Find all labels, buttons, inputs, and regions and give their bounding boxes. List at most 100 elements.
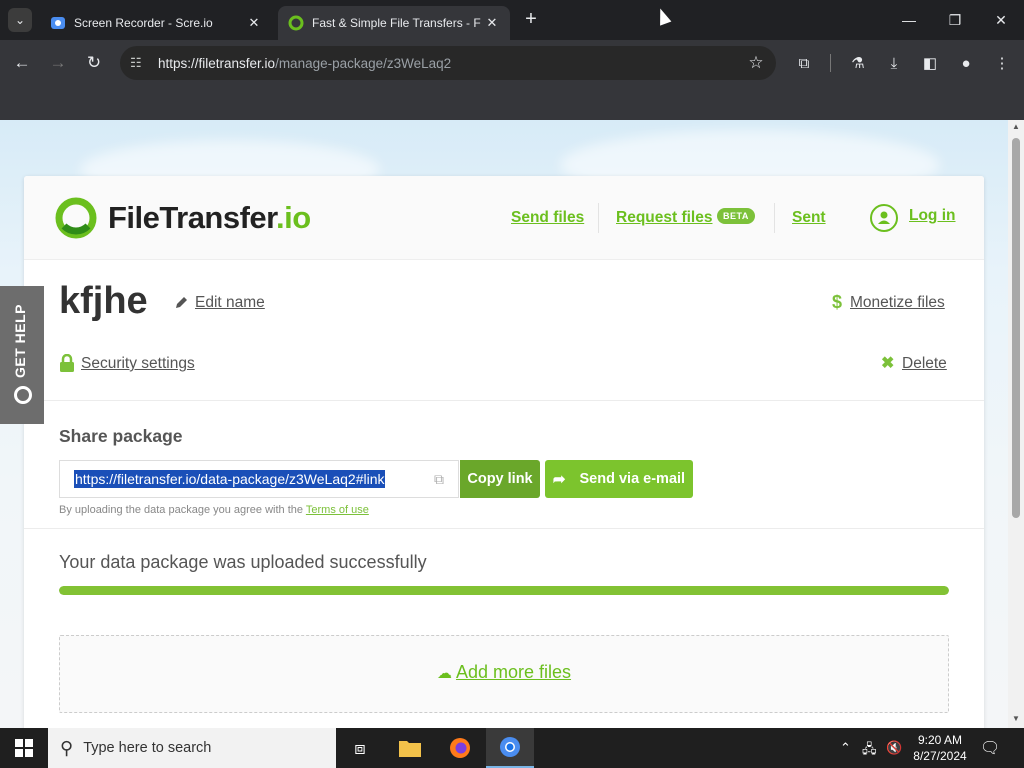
tab-title: Screen Recorder - Scre.io — [74, 16, 213, 30]
firefox-logo-icon — [450, 738, 470, 758]
dollar-icon: $ — [832, 292, 843, 312]
menu-kebab-icon[interactable]: ⋮ — [990, 51, 1014, 75]
send-via-email-label: Send via e-mail — [579, 471, 686, 487]
page-scrollbar[interactable]: ▲ ▼ — [1008, 120, 1024, 728]
reload-button[interactable]: ↻ — [82, 51, 106, 75]
scroll-down-arrow-icon[interactable]: ▼ — [1008, 714, 1024, 723]
pencil-icon — [176, 297, 187, 308]
terms-notice-text: By uploading the data package you agree … — [59, 504, 304, 516]
download-icon[interactable]: ⤓ — [882, 51, 906, 75]
new-tab-button[interactable]: + — [520, 8, 542, 32]
cloud-upload-icon: ☁ — [436, 665, 452, 682]
site-settings-icon[interactable]: ☷ — [120, 55, 152, 71]
tray-chevron-up-icon[interactable]: ⌃ — [840, 740, 851, 756]
address-bar[interactable]: ☷ https://filetransfer.io/manage-package… — [120, 46, 776, 80]
scrollbar-thumb[interactable] — [1012, 138, 1020, 518]
close-icon[interactable]: ✕ — [246, 15, 262, 31]
firefox-icon[interactable] — [436, 728, 484, 768]
get-help-label: GET HELP — [12, 303, 28, 378]
add-more-files-link[interactable]: Add more files — [456, 662, 571, 682]
delete-link[interactable]: Delete — [902, 355, 947, 373]
arrow-right-icon: → — [49, 53, 67, 72]
windows-logo-icon — [15, 739, 33, 757]
login-link[interactable]: Log in — [909, 207, 956, 225]
bookmark-star-icon[interactable]: ☆ — [736, 53, 776, 73]
get-help-tab[interactable]: GET HELP — [0, 286, 44, 424]
search-icon: ⚲ — [60, 737, 74, 758]
taskbar-search[interactable]: ⚲ Type here to search — [48, 728, 336, 768]
upload-progress-bar — [59, 586, 949, 595]
restore-button[interactable]: ❐ — [932, 0, 978, 40]
network-icon[interactable]: 🖧 — [862, 740, 877, 762]
tab-filetransfer[interactable]: Fast & Simple File Transfers - F ✕ — [278, 6, 510, 40]
share-link-field[interactable]: https://filetransfer.io/data-package/z3W… — [59, 460, 459, 498]
security-settings-link[interactable]: Security settings — [81, 355, 195, 373]
monetize-files-link[interactable]: Monetize files — [850, 294, 945, 312]
nav-sent[interactable]: Sent — [792, 209, 826, 227]
share-package-heading: Share package — [59, 426, 183, 446]
profile-icon[interactable]: ● — [954, 51, 978, 75]
logo-suffix-text: .io — [276, 200, 311, 235]
screen-recorder-favicon-icon — [51, 17, 65, 29]
clock-date: 8/27/2024 — [913, 749, 967, 763]
add-files-dropzone[interactable]: ☁ Add more files — [59, 635, 949, 713]
windows-taskbar: ⚲ Type here to search ⧈ ⌃ 🖧 🔇 9:20 AM 8/… — [0, 728, 1024, 768]
toolbar-separator — [830, 54, 831, 72]
close-icon: ✕ — [995, 11, 1007, 28]
copy-link-button[interactable]: Copy link — [460, 460, 540, 498]
site-header: FileTransfer.io Send files Request files… — [24, 176, 984, 260]
url-path: /manage-package/z3WeLaq2 — [275, 55, 452, 71]
edit-name-link[interactable]: Edit name — [195, 294, 265, 312]
labs-flask-icon[interactable]: ⚗ — [846, 51, 870, 75]
url-text[interactable]: https://filetransfer.io/manage-package/z… — [152, 56, 736, 71]
tab-search-button[interactable]: ⌄ — [8, 8, 32, 32]
nav-request-files[interactable]: Request files — [616, 209, 712, 227]
taskbar-search-placeholder: Type here to search — [83, 740, 212, 756]
minimize-button[interactable]: — — [886, 0, 932, 40]
tab-screen-recorder[interactable]: Screen Recorder - Scre.io ✕ — [40, 6, 272, 40]
package-name: kfjhe — [59, 280, 148, 322]
user-silhouette-icon — [878, 211, 890, 224]
arrow-left-icon: ← — [13, 53, 31, 72]
scroll-up-arrow-icon[interactable]: ▲ — [1008, 122, 1024, 131]
lifebuoy-icon — [14, 386, 32, 404]
tab-title: Fast & Simple File Transfers - F — [312, 16, 481, 30]
close-icon[interactable]: ✕ — [484, 15, 500, 31]
side-panel-icon[interactable]: ◧ — [918, 51, 942, 75]
chrome-logo-icon — [500, 737, 520, 757]
external-link-icon[interactable]: ⧉ — [434, 471, 444, 488]
extensions-icon[interactable]: ⧉ — [792, 51, 816, 75]
terms-of-use-link[interactable]: Terms of use — [306, 504, 369, 516]
send-via-email-button[interactable]: ➦ Send via e-mail — [545, 460, 693, 498]
beta-badge: BETA — [717, 208, 755, 224]
upload-progress-fill — [59, 586, 949, 595]
share-arrow-icon: ➦ — [552, 471, 566, 488]
volume-muted-icon[interactable]: 🔇 — [886, 740, 902, 756]
section-divider — [24, 528, 984, 529]
forward-button[interactable]: → — [46, 51, 70, 75]
back-button[interactable]: ← — [10, 51, 34, 75]
restore-icon: ❐ — [948, 11, 962, 28]
site-logo[interactable]: FileTransfer.io — [54, 196, 311, 240]
logo-text: FileTransfer.io — [108, 200, 311, 236]
file-explorer-icon[interactable] — [386, 728, 434, 768]
taskbar-clock[interactable]: 9:20 AM 8/27/2024 — [905, 732, 975, 764]
task-view-icon[interactable]: ⧈ — [336, 728, 384, 768]
reload-icon: ↻ — [86, 53, 102, 72]
start-button[interactable] — [0, 728, 48, 768]
delete-x-icon: ✖ — [881, 355, 895, 372]
clock-time: 9:20 AM — [917, 733, 963, 747]
notification-icon[interactable]: 🗨 — [980, 738, 1000, 758]
add-more-files[interactable]: ☁ Add more files — [60, 662, 948, 683]
terms-notice: By uploading the data package you agree … — [59, 504, 369, 516]
chevron-down-icon: ⌄ — [14, 13, 26, 27]
logo-main-text: FileTransfer — [108, 200, 277, 235]
window-close-button[interactable]: ✕ — [978, 0, 1024, 40]
browser-tab-bar: ⌄ Screen Recorder - Scre.io ✕ Fast & Sim… — [0, 0, 1024, 40]
folder-icon — [399, 741, 421, 757]
nav-send-files[interactable]: Send files — [511, 209, 584, 227]
page-viewport: FileTransfer.io Send files Request files… — [0, 120, 1008, 728]
share-link-text[interactable]: https://filetransfer.io/data-package/z3W… — [74, 470, 386, 488]
chrome-icon[interactable] — [486, 728, 534, 768]
user-icon[interactable] — [870, 204, 898, 232]
